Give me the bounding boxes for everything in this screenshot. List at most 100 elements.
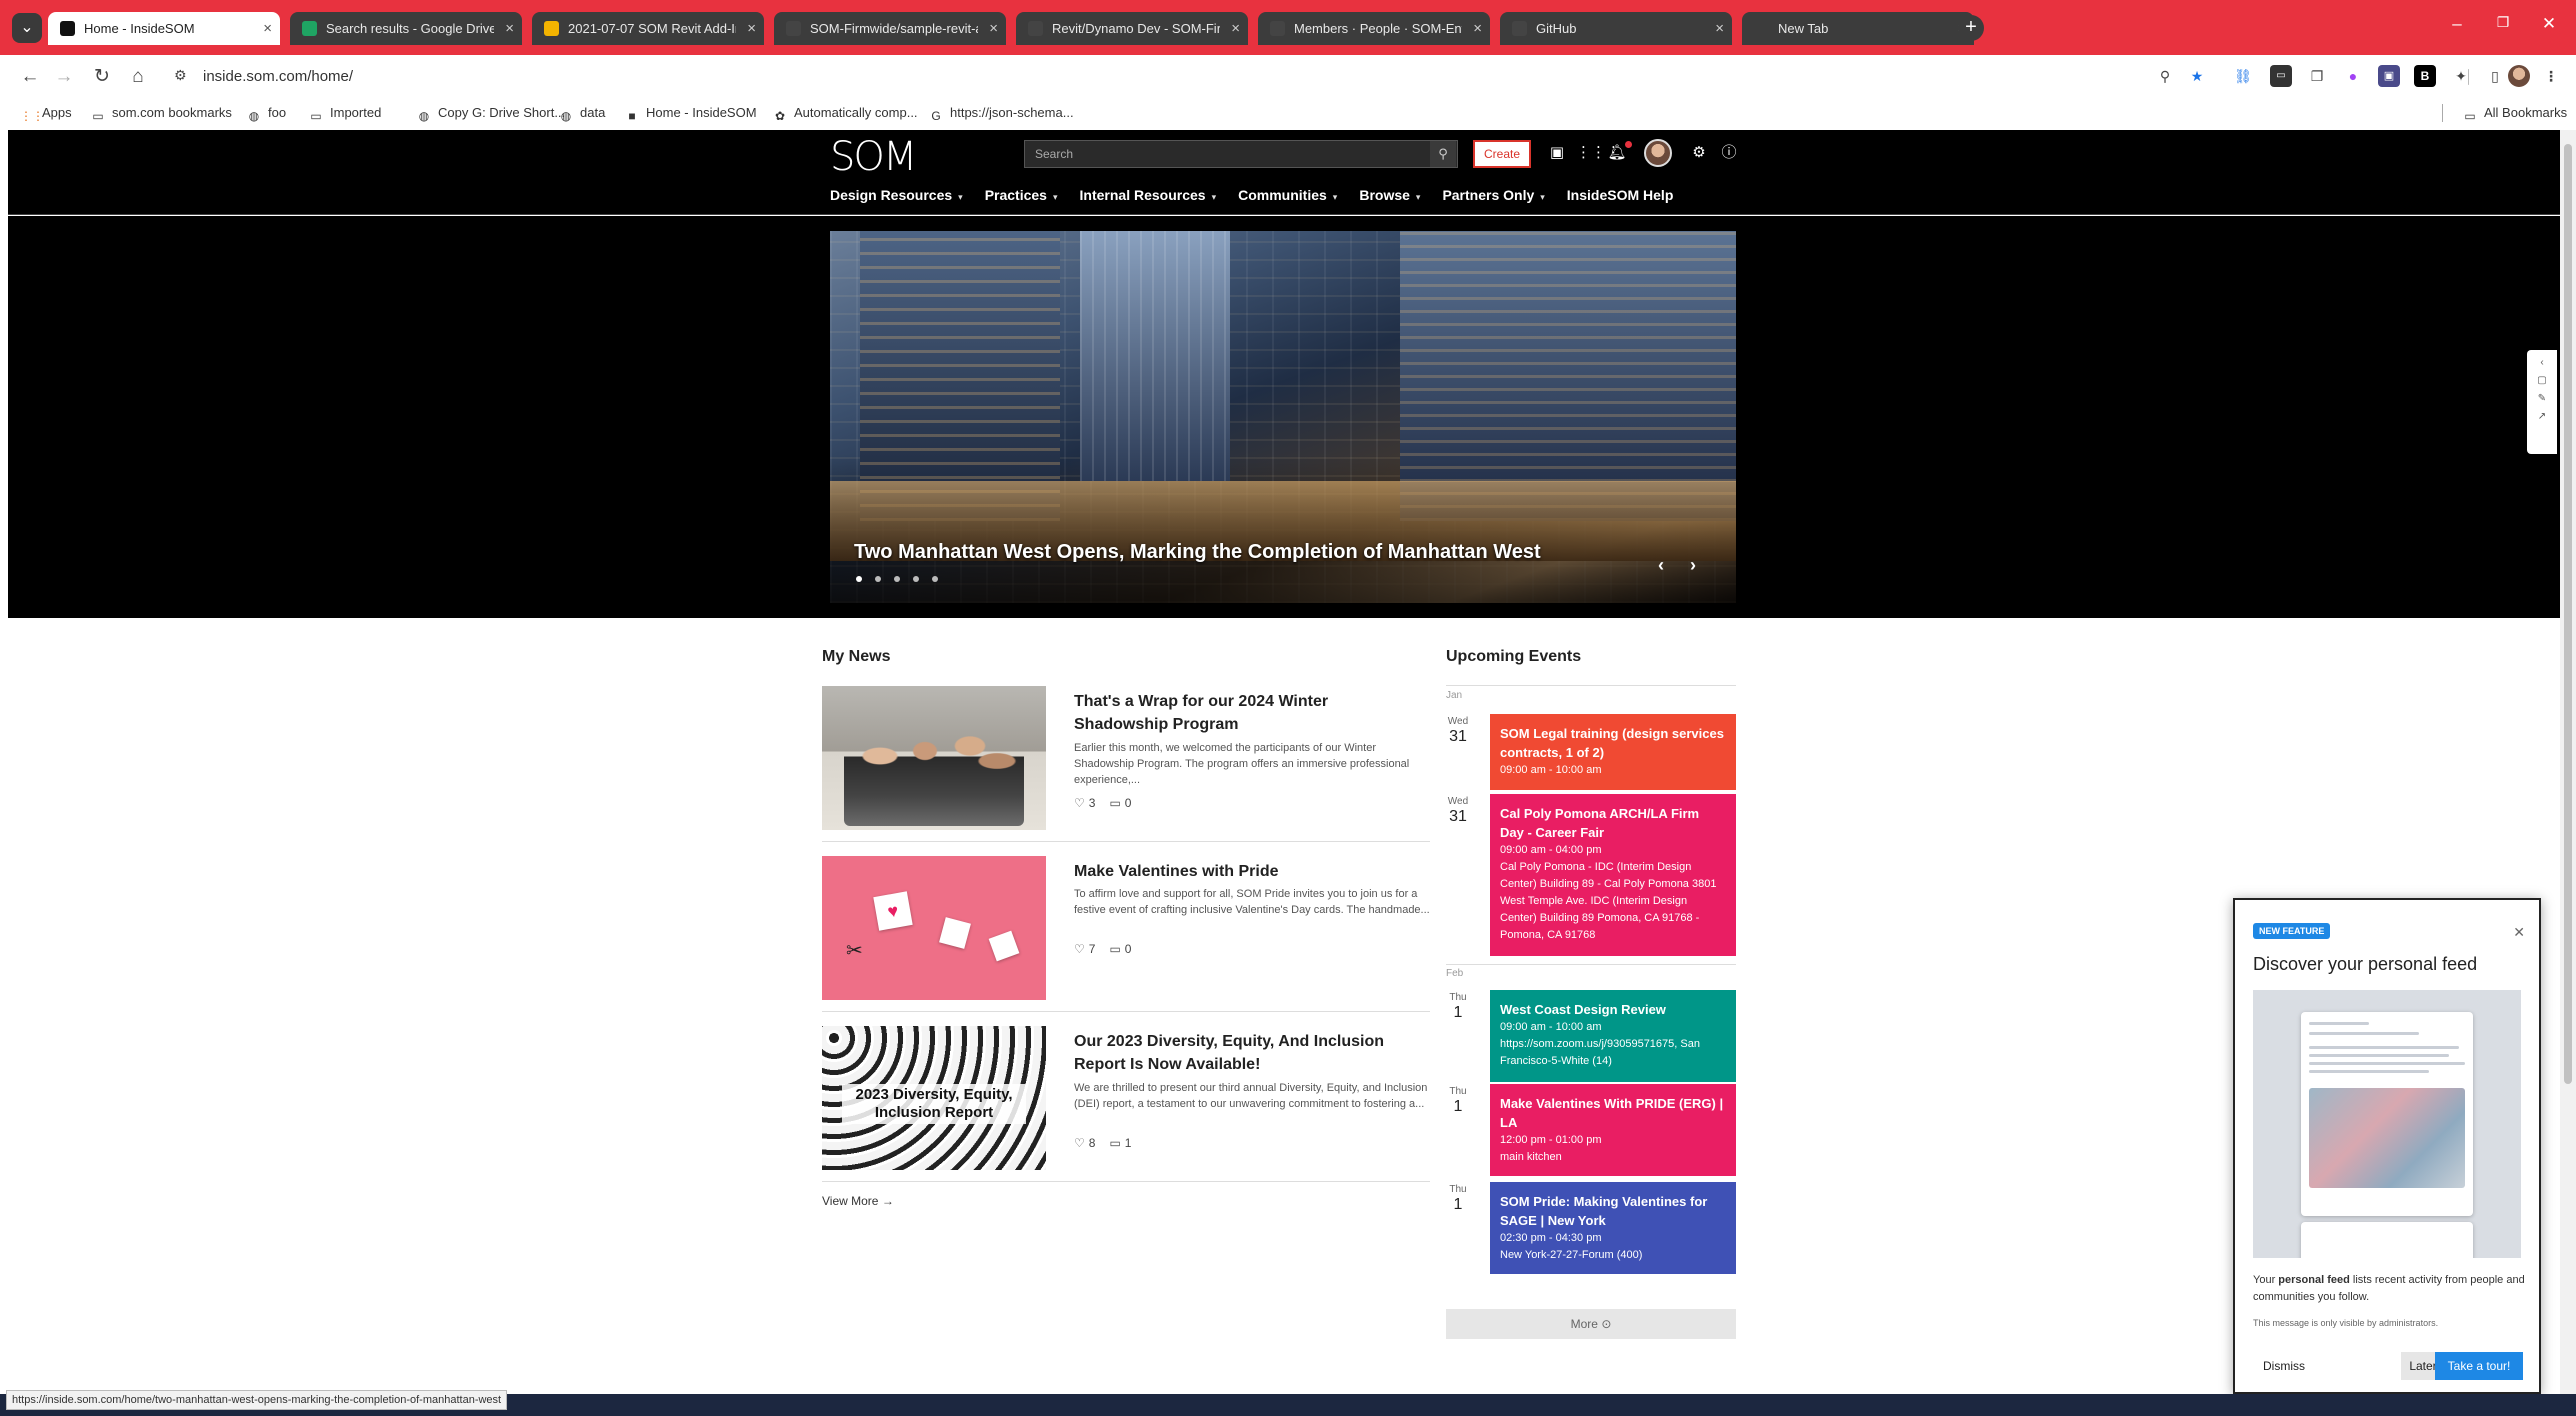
carousel-dot[interactable] (913, 576, 919, 582)
edit-pencil-icon[interactable]: ✎ (2527, 393, 2557, 404)
event-title[interactable]: West Coast Design Review (1500, 1000, 1726, 1019)
site-search-input[interactable]: Search (1024, 140, 1458, 168)
apps-grid-icon[interactable]: ⋮⋮⋮ (1576, 142, 1621, 164)
analytics-icon[interactable]: ↗ (2527, 411, 2557, 422)
bookmark-item[interactable]: ✿ Automatically comp... (772, 100, 918, 126)
event-card[interactable]: West Coast Design Review 09:00 am - 10:00… (1490, 990, 1736, 1082)
reload-icon[interactable]: ↻ (88, 63, 116, 91)
carousel-dot[interactable] (856, 576, 862, 582)
extension-keyboard-icon[interactable]: ▭ (2270, 65, 2292, 87)
search-icon[interactable]: ⚲ (1430, 141, 1456, 167)
address-bar[interactable]: inside.som.com/home/ (203, 63, 353, 91)
close-icon[interactable]: ✕ (2513, 924, 2525, 941)
event-title[interactable]: Make Valentines With PRIDE (ERG) | LA (1500, 1094, 1726, 1132)
more-events-button[interactable]: More ⊙ (1446, 1309, 1736, 1339)
carousel-dot[interactable] (875, 576, 881, 582)
nav-item[interactable]: Communities ▾ (1238, 183, 1337, 207)
tab-search-button[interactable]: ⌄ (12, 13, 42, 43)
extension-circle-icon[interactable]: ● (2342, 65, 2364, 87)
create-button[interactable]: Create (1473, 140, 1531, 168)
carousel-dot[interactable] (894, 576, 900, 582)
carousel-prev-icon[interactable]: ‹ (1658, 555, 1664, 576)
extension-square-icon[interactable]: ▣ (2378, 65, 2400, 87)
event-card[interactable]: SOM Legal training (design services cont… (1490, 714, 1736, 790)
forward-icon[interactable]: → (50, 63, 78, 91)
extension-stack-icon[interactable]: ❐ (2306, 65, 2328, 87)
event-title[interactable]: Cal Poly Pomona ARCH/LA Firm Day - Caree… (1500, 804, 1726, 842)
news-thumbnail[interactable] (822, 686, 1046, 830)
browser-tab[interactable]: GitHub × (1500, 12, 1732, 45)
event-card[interactable]: Cal Poly Pomona ARCH/LA Firm Day - Caree… (1490, 794, 1736, 956)
nav-item[interactable]: InsideSOM Help (1567, 183, 1674, 207)
side-panel-icon[interactable]: ▯ (2484, 65, 2506, 87)
user-avatar[interactable] (1644, 139, 1672, 167)
heart-icon[interactable]: ♡ (1074, 942, 1085, 956)
bookmark-item[interactable]: ■ Home - InsideSOM (624, 100, 756, 126)
extension-link-icon[interactable]: ⛓ (2232, 65, 2254, 87)
som-logo[interactable]: SOM (830, 134, 917, 180)
comment-icon[interactable]: ▭ (1109, 1136, 1120, 1150)
hero-title[interactable]: Two Manhattan West Opens, Marking the Co… (854, 541, 1541, 564)
dismiss-button[interactable]: Dismiss (2249, 1352, 2319, 1380)
bookmark-item[interactable]: ◍ foo (246, 100, 286, 126)
tab-close-icon[interactable]: × (1473, 12, 1482, 45)
browser-tab[interactable]: Home - InsideSOM × (48, 12, 280, 45)
page-scrollbar[interactable] (2560, 130, 2576, 1394)
heart-icon[interactable]: ♡ (1074, 1136, 1085, 1150)
bookmark-icon[interactable]: ▢ (2527, 375, 2557, 386)
all-bookmarks[interactable]: ▭ All Bookmarks (2462, 100, 2567, 126)
bookmark-item[interactable]: ▭ Imported (308, 100, 381, 126)
nav-item[interactable]: Browse ▾ (1359, 183, 1420, 207)
bookmark-item[interactable]: ◍ Copy G: Drive Short... (416, 100, 565, 126)
news-item[interactable]: That's a Wrap for our 2024 Winter Shadow… (822, 686, 1430, 842)
news-title[interactable]: That's a Wrap for our 2024 Winter Shadow… (1074, 690, 1424, 736)
tab-close-icon[interactable]: × (747, 12, 756, 45)
zoom-icon[interactable]: ⚲ (2154, 65, 2176, 87)
tab-close-icon[interactable]: × (1715, 12, 1724, 45)
browser-tab[interactable]: SOM-Firmwide/sample-revit-ac × (774, 12, 1006, 45)
nav-item[interactable]: Design Resources ▾ (830, 183, 963, 207)
carousel-next-icon[interactable]: › (1690, 555, 1696, 576)
event-card[interactable]: SOM Pride: Making Valentines for SAGE | … (1490, 1182, 1736, 1274)
bookmark-item[interactable]: ⋮⋮Apps (20, 100, 72, 126)
site-info-icon[interactable]: ⚙ (174, 67, 187, 84)
help-icon[interactable]: ⓘ (1718, 142, 1740, 164)
carousel-dot[interactable] (932, 576, 938, 582)
event-title[interactable]: SOM Legal training (design services cont… (1500, 724, 1726, 762)
home-icon[interactable]: ⌂ (124, 63, 152, 91)
take-a-tour-button[interactable]: Take a tour! (2435, 1352, 2523, 1380)
tab-close-icon[interactable]: × (505, 12, 514, 45)
news-title[interactable]: Make Valentines with Pride (1074, 860, 1424, 883)
browser-tab[interactable]: Members · People · SOM-Enter × (1258, 12, 1490, 45)
tab-close-icon[interactable]: × (263, 12, 272, 45)
bookmark-item[interactable]: Ghttps://json-schema... (928, 100, 1073, 126)
bookmark-star-icon[interactable]: ★ (2186, 65, 2208, 87)
settings-gear-icon[interactable]: ⚙ (1688, 142, 1710, 164)
comment-icon[interactable]: ▭ (1109, 796, 1120, 810)
collapse-icon[interactable]: ‹ (2527, 357, 2557, 368)
news-title[interactable]: Our 2023 Diversity, Equity, And Inclusio… (1074, 1030, 1424, 1076)
browser-tab[interactable]: New Tab× (1742, 12, 1974, 45)
briefcase-icon[interactable]: ▣ (1546, 142, 1568, 164)
view-more-link[interactable]: View More → (822, 1194, 894, 1208)
back-icon[interactable]: ← (16, 63, 44, 91)
browser-tab[interactable]: Revit/Dynamo Dev - SOM-Firm × (1016, 12, 1248, 45)
nav-item[interactable]: Practices ▾ (985, 183, 1058, 207)
browser-tab[interactable]: Search results - Google Drive × (290, 12, 522, 45)
event-title[interactable]: SOM Pride: Making Valentines for SAGE | … (1500, 1192, 1726, 1230)
browser-tab[interactable]: 2021-07-07 SOM Revit Add-In I × (532, 12, 764, 45)
scrollbar-thumb[interactable] (2564, 144, 2572, 1084)
browser-menu-icon[interactable]: ⋮ (2540, 65, 2562, 87)
bookmark-item[interactable]: ◍ data (558, 100, 606, 126)
restore-button[interactable]: ❐ (2488, 14, 2518, 31)
news-item[interactable]: 2023 Diversity, Equity, Inclusion Report… (822, 1026, 1430, 1182)
nav-item[interactable]: Partners Only ▾ (1442, 183, 1544, 207)
comment-icon[interactable]: ▭ (1109, 942, 1120, 956)
tab-close-icon[interactable]: × (1231, 12, 1240, 45)
heart-icon[interactable]: ♡ (1074, 796, 1085, 810)
news-thumbnail[interactable]: ♥ ✂ (822, 856, 1046, 1000)
new-tab-button[interactable]: + (1958, 15, 1984, 41)
tab-close-icon[interactable]: × (989, 12, 998, 45)
nav-item[interactable]: Internal Resources ▾ (1080, 183, 1217, 207)
extension-b-icon[interactable]: B (2414, 65, 2436, 87)
